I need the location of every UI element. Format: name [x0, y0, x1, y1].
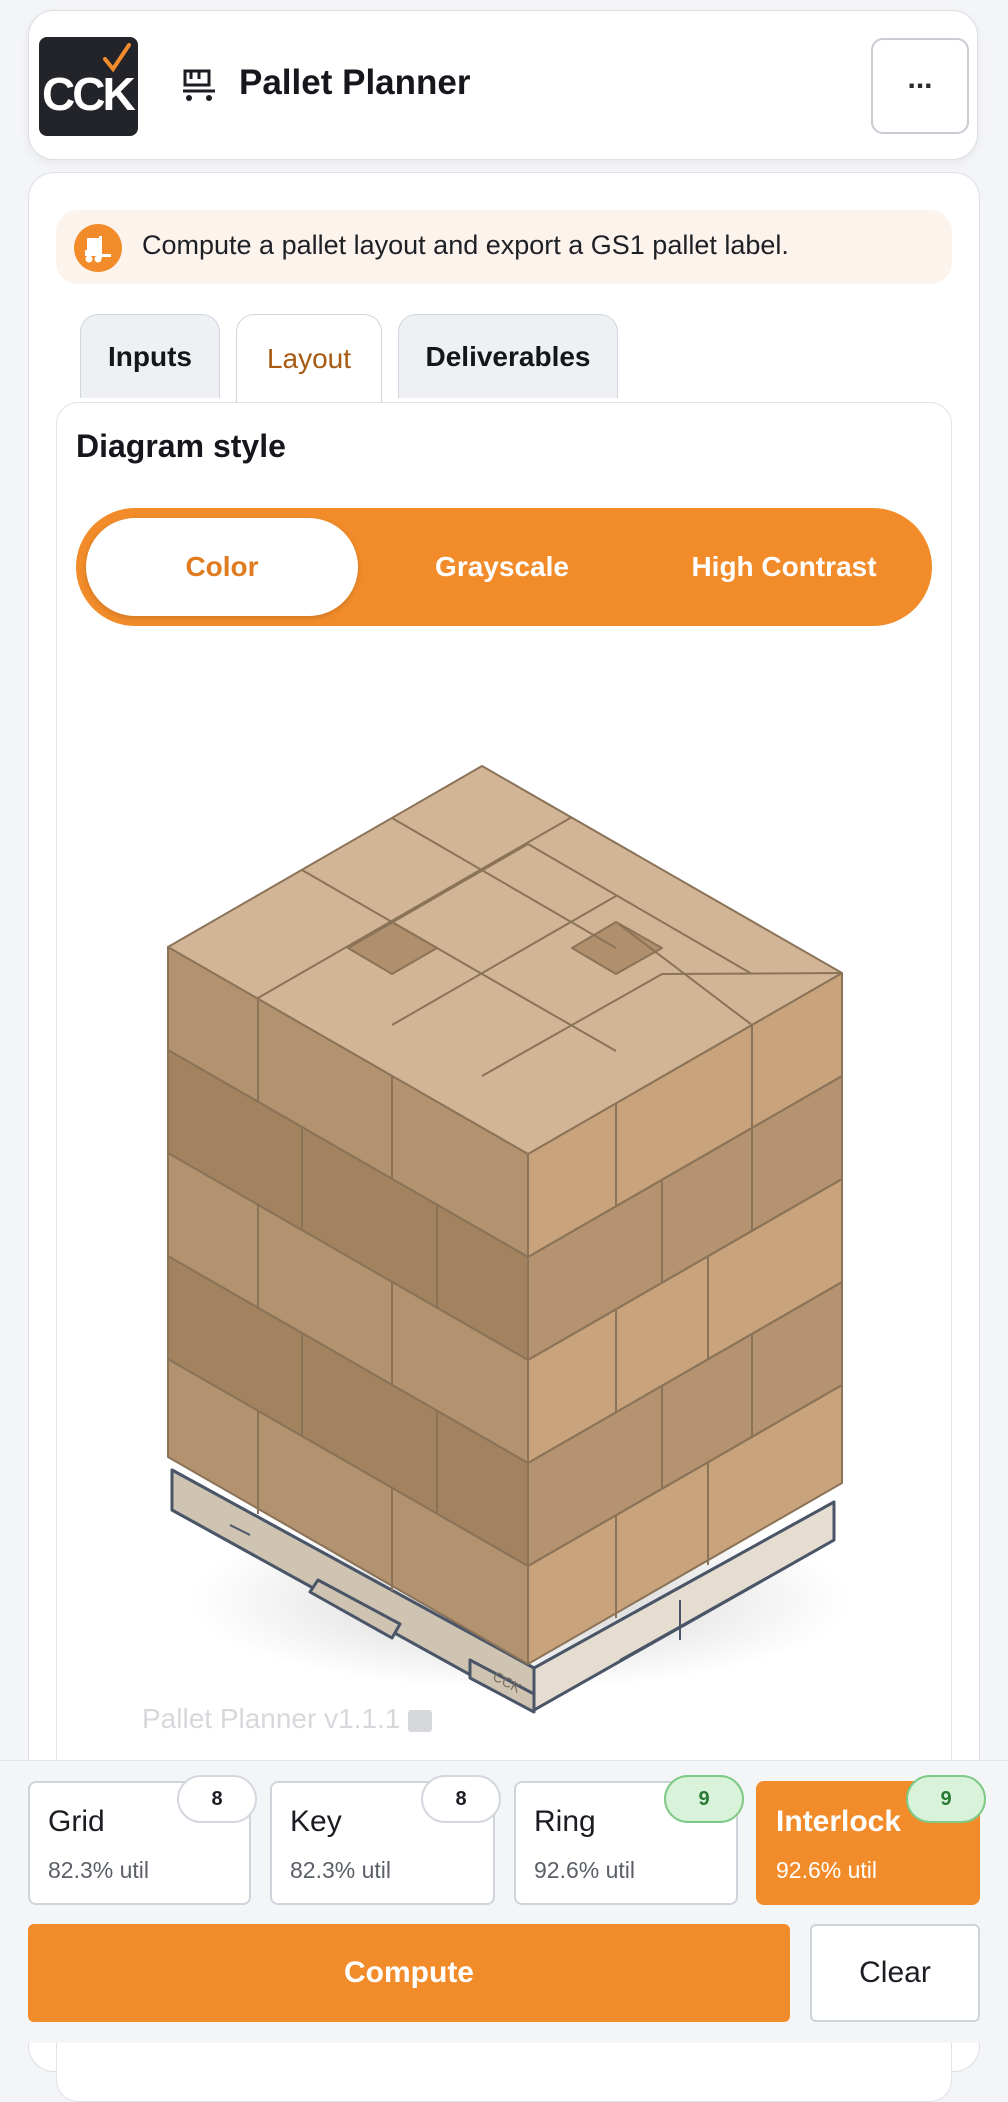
- pattern-name: Ring: [534, 1805, 596, 1838]
- section-title: Diagram style: [76, 428, 286, 464]
- tab-inputs[interactable]: Inputs: [80, 314, 220, 398]
- cck-mini-logo: [408, 1709, 433, 1732]
- banner-text: Compute a pallet layout and export a GS1…: [142, 230, 789, 260]
- watermark-text: Pallet Planner v1.1.1: [142, 1703, 401, 1734]
- layer-count-badge: 9: [664, 1775, 744, 1823]
- diagram-style-toggle: Color Grayscale High Contrast: [76, 508, 932, 626]
- info-banner: Compute a pallet layout and export a GS1…: [56, 210, 952, 284]
- tab-layout[interactable]: Layout: [236, 314, 382, 402]
- pattern-util: 92.6% util: [534, 1857, 636, 1883]
- pattern-util: 82.3% util: [290, 1857, 392, 1883]
- app-title: Pallet Planner: [239, 63, 471, 102]
- tab-label: Inputs: [108, 340, 192, 372]
- pattern-name: Interlock: [776, 1805, 902, 1838]
- app-header: CCK Pallet Planner ...: [28, 10, 978, 160]
- pattern-util: 92.6% util: [776, 1857, 878, 1883]
- tab-label: Deliverables: [425, 340, 591, 372]
- pattern-card-ring[interactable]: Ring 92.6% util 9: [514, 1775, 744, 1905]
- compute-button[interactable]: Compute: [28, 1924, 790, 2022]
- pallet-diagram: CCK: [167, 765, 850, 1714]
- pattern-card-grid[interactable]: Grid 82.3% util 8: [28, 1775, 257, 1905]
- checkmark-icon: [103, 43, 131, 73]
- version-watermark: Pallet Planner v1.1.1: [142, 1703, 433, 1735]
- logo-text: CCK: [42, 68, 136, 120]
- style-option-color[interactable]: Color: [86, 518, 358, 616]
- pattern-card-key[interactable]: Key 82.3% util 8: [270, 1775, 501, 1905]
- style-option-grayscale[interactable]: Grayscale: [366, 518, 638, 616]
- layer-count-badge: 8: [421, 1775, 501, 1823]
- more-menu-button[interactable]: ...: [871, 38, 969, 134]
- tab-label: Layout: [266, 342, 352, 374]
- layer-count-badge: 8: [177, 1775, 257, 1823]
- style-option-high-contrast[interactable]: High Contrast: [648, 518, 920, 616]
- forklift-icon: [74, 224, 122, 272]
- pattern-card-interlock[interactable]: Interlock 92.6% util 9: [756, 1775, 986, 1905]
- pattern-name: Key: [290, 1805, 342, 1838]
- cck-logo: CCK: [39, 37, 138, 136]
- pattern-util: 82.3% util: [48, 1857, 150, 1883]
- tab-deliverables[interactable]: Deliverables: [398, 314, 618, 398]
- layer-count-badge: 9: [906, 1775, 986, 1823]
- clear-button[interactable]: Clear: [810, 1924, 980, 2022]
- pattern-name: Grid: [48, 1805, 105, 1838]
- pallet-jack-icon: [183, 69, 215, 101]
